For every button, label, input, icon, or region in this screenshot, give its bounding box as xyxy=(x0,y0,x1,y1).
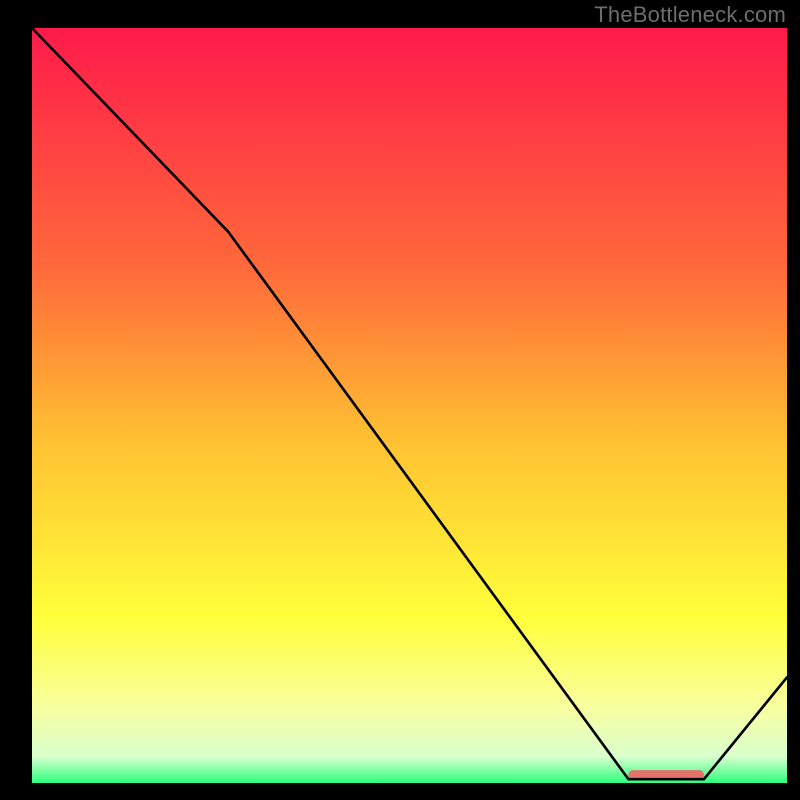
watermark-text: TheBottleneck.com xyxy=(594,2,786,28)
plot-gradient xyxy=(32,28,787,783)
chart-frame: TheBottleneck.com xyxy=(0,0,800,800)
plot-area xyxy=(32,28,787,772)
highlight-bar xyxy=(628,770,704,780)
